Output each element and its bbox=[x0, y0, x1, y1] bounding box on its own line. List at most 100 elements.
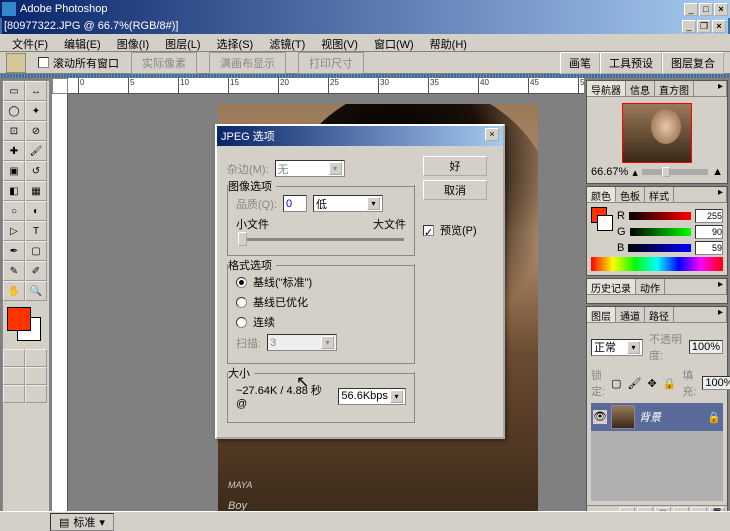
fill-value[interactable]: 100% bbox=[702, 376, 730, 390]
radio-baseline-opt[interactable] bbox=[236, 297, 247, 308]
menu-view[interactable]: 视图(V) bbox=[313, 34, 366, 51]
menu-layer[interactable]: 图层(L) bbox=[157, 34, 208, 51]
quickmask-on[interactable] bbox=[25, 349, 47, 367]
notes-tool[interactable]: ✎ bbox=[3, 261, 25, 281]
menu-help[interactable]: 帮助(H) bbox=[422, 34, 475, 51]
foreground-color[interactable] bbox=[7, 307, 31, 331]
tab-brushes[interactable]: 画笔 bbox=[560, 52, 600, 74]
crop-tool[interactable]: ⊡ bbox=[3, 121, 25, 141]
menu-file[interactable]: 文件(F) bbox=[4, 34, 56, 51]
preview-checkbox[interactable]: ✓ bbox=[423, 225, 434, 236]
dodge-tool[interactable]: ◐ bbox=[25, 201, 47, 221]
cancel-button[interactable]: 取消 bbox=[423, 180, 487, 200]
slice-tool[interactable]: ⊘ bbox=[25, 121, 47, 141]
zoom-tool[interactable]: 🔍 bbox=[25, 281, 47, 301]
fit-screen-button[interactable]: 满画布显示 bbox=[209, 52, 286, 74]
color-swatch[interactable] bbox=[3, 305, 47, 345]
color-spectrum[interactable] bbox=[591, 257, 723, 271]
radio-progressive[interactable] bbox=[236, 317, 247, 328]
panel-menu-icon[interactable]: ▸ bbox=[715, 307, 727, 322]
shape-tool[interactable]: ▢ bbox=[25, 241, 47, 261]
g-slider[interactable] bbox=[630, 228, 691, 236]
ruler-origin[interactable] bbox=[52, 78, 68, 94]
lock-trans-icon[interactable]: ▢ bbox=[611, 377, 621, 390]
radio-baseline-std[interactable] bbox=[236, 277, 247, 288]
tab-styles[interactable]: 样式 bbox=[645, 187, 674, 202]
doc-close-button[interactable]: × bbox=[712, 20, 726, 33]
screenmode-full[interactable] bbox=[25, 367, 47, 385]
pen-tool[interactable]: ✒ bbox=[3, 241, 25, 261]
bg-swatch[interactable] bbox=[597, 215, 613, 231]
ruler-vertical[interactable] bbox=[52, 94, 68, 515]
lasso-tool[interactable]: ◯ bbox=[3, 101, 25, 121]
menu-edit[interactable]: 编辑(E) bbox=[56, 34, 109, 51]
quickmask-off[interactable] bbox=[3, 349, 25, 367]
menu-select[interactable]: 选择(S) bbox=[209, 34, 262, 51]
g-input[interactable] bbox=[695, 225, 723, 239]
tab-actions[interactable]: 动作 bbox=[636, 279, 665, 294]
panel-menu-icon[interactable]: ▸ bbox=[715, 187, 727, 202]
tab-comps[interactable]: 图层复合 bbox=[662, 52, 724, 74]
navigator-thumb[interactable] bbox=[622, 103, 692, 163]
tab-histogram[interactable]: 直方图 bbox=[655, 81, 694, 96]
stamp-tool[interactable]: ▣ bbox=[3, 161, 25, 181]
gradient-tool[interactable]: ▦ bbox=[25, 181, 47, 201]
close-button[interactable]: × bbox=[714, 3, 728, 16]
layer-thumb[interactable] bbox=[611, 405, 635, 429]
zoom-in-icon[interactable]: ▲ bbox=[712, 166, 723, 178]
eraser-tool[interactable]: ◧ bbox=[3, 181, 25, 201]
panel-menu-icon[interactable]: ▸ bbox=[715, 279, 727, 294]
hand-tool-icon[interactable] bbox=[6, 53, 26, 73]
tab-channels[interactable]: 通道 bbox=[616, 307, 645, 322]
screenmode-std[interactable] bbox=[3, 367, 25, 385]
panel-menu-icon[interactable]: ▸ bbox=[715, 81, 727, 96]
zoom-out-icon[interactable]: ▴ bbox=[632, 166, 638, 179]
doc-minimize-button[interactable]: _ bbox=[682, 20, 696, 33]
tab-swatches[interactable]: 色板 bbox=[616, 187, 645, 202]
tab-navigator[interactable]: 导航器 bbox=[587, 81, 626, 96]
menu-window[interactable]: 窗口(W) bbox=[366, 34, 422, 51]
lock-all-icon[interactable]: 🔒 bbox=[663, 377, 677, 390]
doc-restore-button[interactable]: ❐ bbox=[697, 20, 711, 33]
history-brush-tool[interactable]: ↺ bbox=[25, 161, 47, 181]
maximize-button[interactable]: □ bbox=[699, 3, 713, 16]
blur-tool[interactable]: ○ bbox=[3, 201, 25, 221]
tab-layers[interactable]: 图层 bbox=[587, 307, 616, 322]
brush-tool[interactable]: 🖌 bbox=[25, 141, 47, 161]
hand-tool[interactable]: ✋ bbox=[3, 281, 25, 301]
quality-slider[interactable] bbox=[238, 238, 404, 241]
tab-history[interactable]: 历史记录 bbox=[587, 279, 636, 294]
quality-select[interactable]: 低▾ bbox=[313, 195, 383, 212]
ruler-horizontal[interactable]: 05 1015 2025 3035 4045 50 bbox=[68, 78, 584, 94]
b-input[interactable] bbox=[695, 241, 723, 255]
visibility-icon[interactable]: 👁 bbox=[593, 410, 607, 424]
menu-image[interactable]: 图像(I) bbox=[109, 34, 157, 51]
taskbar-button[interactable]: ▤ 标准 ▾ bbox=[50, 513, 114, 531]
blend-mode-select[interactable]: 正常▾ bbox=[591, 339, 643, 356]
scroll-all-checkbox[interactable] bbox=[38, 57, 49, 68]
r-input[interactable] bbox=[695, 209, 723, 223]
tab-color[interactable]: 颜色 bbox=[587, 187, 616, 202]
layer-name[interactable]: 背景 bbox=[639, 409, 661, 425]
dialog-titlebar[interactable]: JPEG 选项 × bbox=[217, 126, 503, 146]
lock-pos-icon[interactable]: ✥ bbox=[647, 377, 656, 390]
zoom-value[interactable]: 66.67% bbox=[591, 166, 628, 178]
screenmode-menu[interactable] bbox=[3, 385, 25, 403]
wand-tool[interactable]: ✦ bbox=[25, 101, 47, 121]
lock-pixels-icon[interactable]: 🖌 bbox=[627, 377, 641, 390]
opacity-value[interactable]: 100% bbox=[689, 340, 723, 354]
r-slider[interactable] bbox=[629, 212, 691, 220]
quality-input[interactable] bbox=[283, 195, 307, 212]
speed-select[interactable]: 56.6Kbps▾ bbox=[338, 388, 406, 405]
eyedropper-tool[interactable]: ✐ bbox=[25, 261, 47, 281]
tab-presets[interactable]: 工具预设 bbox=[600, 52, 662, 74]
minimize-button[interactable]: _ bbox=[684, 3, 698, 16]
move-tool[interactable]: ↔ bbox=[25, 81, 47, 101]
marquee-tool[interactable]: ▭ bbox=[3, 81, 25, 101]
path-tool[interactable]: ▷ bbox=[3, 221, 25, 241]
print-size-button[interactable]: 打印尺寸 bbox=[298, 52, 364, 74]
layer-row-background[interactable]: 👁 背景 🔒 bbox=[591, 403, 723, 431]
actual-pixels-button[interactable]: 实际像素 bbox=[131, 52, 197, 74]
jump-to[interactable] bbox=[25, 385, 47, 403]
menu-filter[interactable]: 滤镜(T) bbox=[261, 34, 313, 51]
